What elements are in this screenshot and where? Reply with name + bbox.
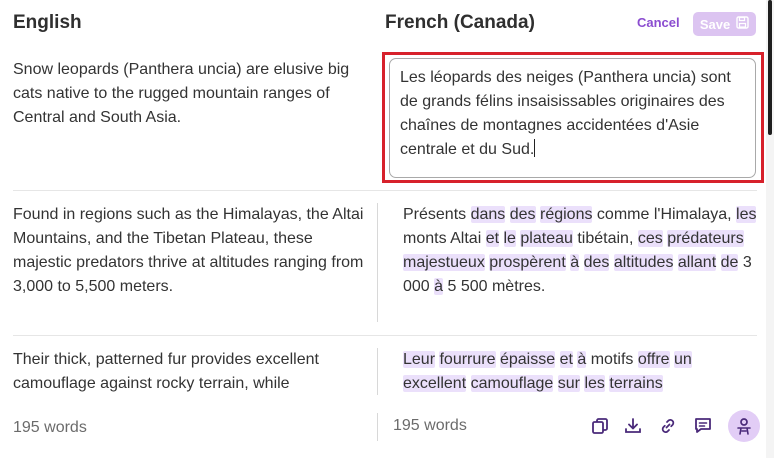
translation-editor-text: Les léopards des neiges (Panthera uncia)… <box>400 69 731 158</box>
column-divider <box>377 203 378 322</box>
highlighted-word: prédateurs <box>667 230 744 247</box>
highlighted-word: des <box>509 206 536 223</box>
highlighted-word: et <box>559 351 573 368</box>
comment-icon[interactable] <box>691 413 715 437</box>
highlighted-word: à <box>434 278 444 295</box>
source-language-title: English <box>13 12 82 33</box>
highlighted-word: à <box>570 254 580 271</box>
highlighted-word: les <box>736 206 757 223</box>
plain-text: Présents <box>403 206 471 223</box>
row-divider <box>13 190 757 191</box>
source-segment-3: Their thick, patterned fur provides exce… <box>13 351 319 392</box>
highlighted-word: un <box>674 351 692 368</box>
plain-text: 5 500 mètres. <box>443 278 546 295</box>
highlighted-word: à <box>577 351 587 368</box>
link-icon[interactable] <box>656 414 680 438</box>
target-language-title: French (Canada) <box>385 12 535 33</box>
footer-divider <box>377 413 378 441</box>
highlighted-word: de <box>720 254 739 271</box>
scrollbar-thumb[interactable] <box>768 0 772 135</box>
row-divider <box>13 335 757 336</box>
plain-text <box>466 375 470 392</box>
highlighted-word: prospèrent <box>489 254 566 271</box>
highlighted-word: allant <box>677 254 717 271</box>
save-label: Save <box>699 16 731 32</box>
translation-editor[interactable]: Les léopards des neiges (Panthera uncia)… <box>389 58 756 178</box>
plain-text <box>499 230 503 247</box>
highlighted-word: plateau <box>520 230 573 247</box>
highlighted-word: excellent <box>403 375 467 392</box>
highlighted-word: ces <box>637 230 663 247</box>
plain-text: motifs <box>586 351 638 368</box>
highlighted-word: les <box>584 375 605 392</box>
source-word-count: 195 words <box>13 419 87 436</box>
highlighted-word: épaisse <box>499 351 556 368</box>
plain-text <box>579 254 583 271</box>
plain-text <box>555 351 559 368</box>
highlighted-word: des <box>583 254 610 271</box>
highlighted-word: régions <box>540 206 593 223</box>
highlighted-word: terrains <box>609 375 663 392</box>
plain-text: tibétain, <box>572 230 638 247</box>
highlighted-word: offre <box>637 351 670 368</box>
copy-icon[interactable] <box>588 414 612 438</box>
plain-text <box>716 254 720 271</box>
highlighted-word: altitudes <box>613 254 674 271</box>
highlighted-word: sur <box>557 375 581 392</box>
highlighted-word: le <box>503 230 516 247</box>
highlighted-word: fourrure <box>439 351 496 368</box>
save-button[interactable]: Save <box>693 12 756 36</box>
text-caret <box>534 139 536 157</box>
source-segment-2: Found in regions such as the Himalayas, … <box>13 206 364 295</box>
target-segment-2[interactable]: Présents dans des régions comme l'Himala… <box>403 203 758 299</box>
profile-assistant-icon[interactable] <box>728 410 760 442</box>
plain-text: monts Altai <box>403 230 486 247</box>
highlighted-word: Leur <box>403 351 436 368</box>
highlighted-word: camouflage <box>470 375 554 392</box>
cancel-button[interactable]: Cancel <box>637 15 680 30</box>
save-icon <box>736 16 749 32</box>
target-word-count: 195 words <box>393 417 467 434</box>
target-segment-3[interactable]: Leur fourrure épaisse et à motifs offre … <box>403 348 758 396</box>
download-icon[interactable] <box>621 414 645 438</box>
highlighted-word: et <box>485 230 500 247</box>
highlighted-word: majestueux <box>403 254 485 271</box>
source-segment-1: Snow leopards (Panthera uncia) are elusi… <box>13 61 350 126</box>
highlighted-word: dans <box>470 206 506 223</box>
plain-text: comme l'Himalaya, <box>592 206 737 223</box>
